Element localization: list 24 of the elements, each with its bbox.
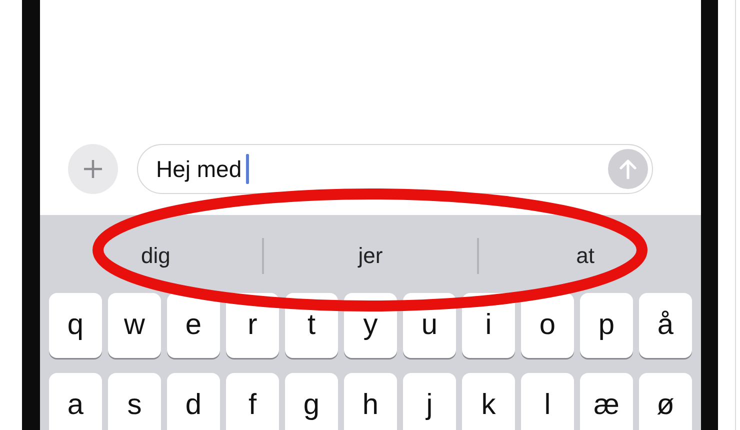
key[interactable]: å: [639, 293, 692, 358]
key[interactable]: e: [167, 293, 220, 358]
key[interactable]: k: [462, 373, 515, 430]
key[interactable]: l: [521, 373, 574, 430]
suggestion[interactable]: dig: [49, 237, 262, 275]
key[interactable]: h: [344, 373, 397, 430]
key[interactable]: æ: [580, 373, 633, 430]
key[interactable]: s: [108, 373, 161, 430]
key[interactable]: d: [167, 373, 220, 430]
message-field[interactable]: Hej med: [137, 144, 653, 194]
suggestion[interactable]: jer: [264, 237, 478, 275]
key[interactable]: w: [108, 293, 161, 358]
key[interactable]: g: [285, 373, 338, 430]
key[interactable]: q: [49, 293, 102, 358]
key[interactable]: ø: [639, 373, 692, 430]
plus-icon: [83, 159, 103, 179]
key[interactable]: p: [580, 293, 633, 358]
key[interactable]: j: [403, 373, 456, 430]
suggestion[interactable]: at: [478, 237, 692, 275]
key[interactable]: f: [226, 373, 279, 430]
up-arrow-icon: [619, 159, 637, 179]
add-button[interactable]: [68, 144, 118, 194]
key[interactable]: a: [49, 373, 102, 430]
key[interactable]: o: [521, 293, 574, 358]
